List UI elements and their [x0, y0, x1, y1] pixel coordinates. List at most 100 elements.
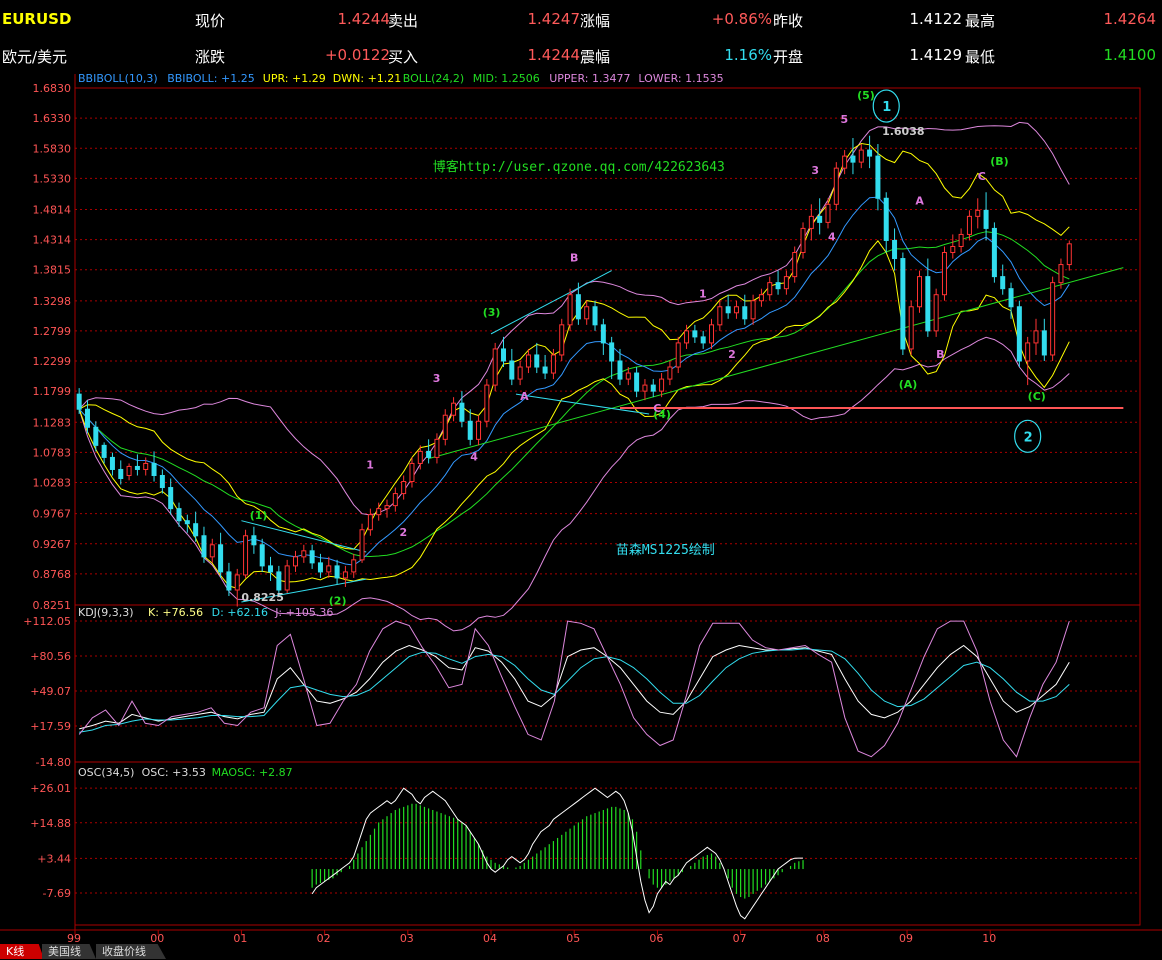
candle — [426, 450, 432, 458]
candle — [775, 282, 781, 290]
candle — [767, 282, 773, 296]
candle — [1008, 288, 1014, 308]
candle — [842, 155, 848, 169]
candle — [1041, 330, 1047, 356]
candle — [534, 354, 540, 368]
candle — [1000, 276, 1006, 290]
candle — [858, 149, 864, 163]
candle — [634, 372, 640, 392]
osc-tick-label: -7.69 — [43, 887, 71, 900]
forex-chart[interactable]: 1.6830 1.6330 1.5830 1.5330 1.4814 1.4314 1.38… — [0, 0, 1162, 960]
kdj-d-line — [79, 648, 1070, 733]
candle — [908, 306, 914, 350]
price-tick-label: 1.1799 — [33, 385, 72, 398]
candle — [733, 306, 739, 314]
candle — [800, 227, 806, 254]
price-tick-label: 1.6330 — [33, 112, 72, 125]
kdj-tick-label: +112.05 — [23, 615, 71, 628]
candle — [1016, 306, 1022, 362]
candle — [833, 167, 839, 205]
candle — [434, 438, 440, 458]
candle — [867, 149, 873, 157]
candle — [334, 565, 340, 579]
candle — [76, 393, 82, 410]
price-tick-label: 1.5830 — [33, 142, 72, 155]
candle — [442, 414, 448, 440]
wave-label: 1 — [699, 288, 707, 301]
tab-close-line[interactable]: 收盘价线 — [96, 944, 166, 959]
candle — [966, 215, 972, 235]
tab-kline[interactable]: K线 — [0, 944, 44, 959]
price-tick-label: 1.4314 — [33, 234, 72, 247]
price-tick-label: 1.6830 — [33, 82, 72, 95]
price-tick-label: 1.0283 — [33, 477, 72, 490]
kdj-legend-item: KDJ(9,3,3) — [78, 606, 134, 619]
candle — [750, 300, 756, 320]
candle — [592, 306, 598, 326]
candle — [376, 508, 382, 516]
candle — [559, 324, 565, 356]
candle — [459, 402, 465, 422]
candle — [584, 306, 590, 320]
candle — [1050, 282, 1056, 356]
candle — [284, 565, 290, 591]
kdj-legend-item: D: +62.16 — [212, 606, 268, 619]
kdj-panel-frame — [74, 604, 1141, 763]
kdj-tick-label: +49.07 — [30, 685, 71, 698]
candle — [359, 529, 365, 561]
price-tick-label: 0.8251 — [33, 599, 72, 612]
candle — [941, 252, 947, 296]
candle — [659, 378, 665, 392]
price-legend-item: LOWER: 1.1535 — [638, 72, 723, 85]
candle — [317, 562, 323, 573]
price-legend-item: UPPER: 1.3477 — [549, 72, 630, 85]
wave-label: 3 — [811, 164, 819, 177]
candle — [991, 227, 997, 278]
tab-us-line[interactable]: 美国线 — [42, 944, 96, 959]
candle — [467, 420, 473, 440]
candle — [401, 481, 407, 495]
wave-label: 5 — [840, 113, 848, 126]
candle — [367, 514, 373, 531]
candle — [259, 544, 265, 567]
price-tick-label: 1.2799 — [33, 325, 72, 338]
candle — [109, 456, 115, 470]
candle — [193, 523, 199, 537]
candle — [384, 505, 390, 510]
kdj-tick-label: +80.56 — [30, 650, 71, 663]
candle — [567, 294, 573, 326]
candle — [292, 556, 298, 567]
candle — [168, 487, 174, 510]
candle — [234, 574, 240, 591]
price-tick-label: 0.8768 — [33, 568, 72, 581]
candle — [950, 245, 956, 254]
candle — [983, 209, 989, 229]
wave-label: A — [520, 390, 529, 403]
osc-tick-label: +26.01 — [30, 782, 71, 795]
candle — [243, 535, 249, 576]
wave-label: 2 — [728, 348, 736, 361]
candle — [725, 306, 731, 314]
wave-label: (A) — [899, 378, 918, 391]
wave-label: (C) — [1028, 390, 1046, 403]
price-legend-item: UPR: +1.29 — [263, 72, 326, 85]
price-tick-label: 0.9267 — [33, 538, 72, 551]
price-legend-item: BBIBOLL: +1.25 — [167, 72, 255, 85]
candle — [575, 294, 581, 320]
wave-circle-label: 2 — [1024, 430, 1033, 445]
candle — [118, 468, 124, 480]
wave-label: 苗森MS1225绘制 — [616, 543, 715, 558]
price-tick-label: 1.2299 — [33, 355, 72, 368]
kdj-legend-item: J: +105.36 — [274, 606, 333, 619]
candle — [975, 209, 981, 217]
wave-label: 0.8225 — [241, 591, 283, 604]
candle — [925, 276, 931, 332]
candle — [476, 420, 482, 440]
candle — [159, 474, 165, 489]
candle — [808, 215, 814, 229]
candle — [642, 384, 648, 392]
candle — [1033, 330, 1039, 344]
candle — [1025, 342, 1031, 362]
candle — [451, 402, 457, 416]
candle — [1058, 264, 1064, 284]
